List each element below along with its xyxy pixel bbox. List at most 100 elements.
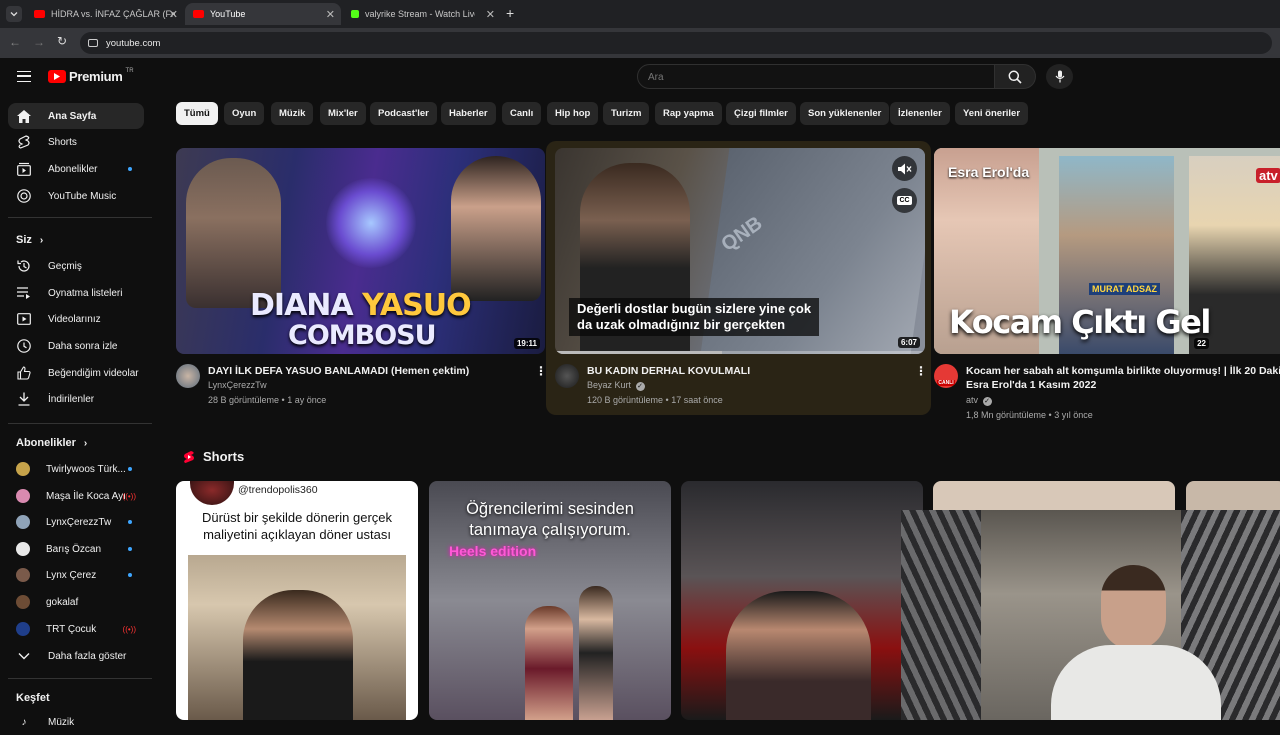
sidebar-subscriptions-header[interactable]: Abonelikler › [16, 437, 87, 449]
back-arrow-icon[interactable]: ← [9, 35, 21, 49]
subscriptions-icon [16, 161, 32, 177]
new-tab-button[interactable]: + [506, 5, 514, 21]
chip-yeni-öneriler[interactable]: Yeni öneriler [955, 102, 1029, 125]
sidebar-subscription-item[interactable]: Twirlywoos Türk... [8, 456, 144, 482]
video-thumbnail[interactable]: Esra Erol'da atv MURAT ADSAZ Kocam Çıktı… [934, 148, 1280, 354]
atv-logo: atv [1256, 168, 1280, 183]
show-more-button[interactable]: Daha fazla göster [8, 643, 144, 669]
short-caption-line: tanımaya çalışıyorum. [469, 521, 631, 539]
chip-canlı[interactable]: Canlı [502, 102, 542, 125]
mute-button[interactable] [892, 156, 917, 181]
sidebar-item-label: LynxÇerezzTw [46, 516, 112, 528]
tab-title: YouTube [210, 9, 246, 19]
short-caption: Dürüst bir şekilde dönerin gerçek maliye… [176, 509, 418, 543]
music-note-icon: ♪ [21, 716, 27, 728]
sidebar-you-header[interactable]: Siz › [16, 234, 43, 246]
short-caption-line: Öğrencilerimi sesinden [466, 500, 634, 518]
sidebar-divider [8, 423, 152, 424]
sidebar-item-watch-later[interactable]: Daha sonra izle [8, 333, 144, 359]
sidebar-subscription-item[interactable]: Barış Özcan [8, 536, 144, 562]
short-person [243, 590, 353, 720]
chip-çizgi-filmler[interactable]: Çizgi filmler [726, 102, 796, 125]
sidebar-subscription-item[interactable]: Lynx Çerez [8, 562, 144, 588]
chip-turizm[interactable]: Turizm [603, 102, 650, 125]
channel-name[interactable]: Beyaz Kurt ✓ [587, 378, 645, 393]
sidebar-subscription-item[interactable]: LynxÇerezzTw [8, 509, 144, 535]
sidebar-item-playlists[interactable]: Oynatma listeleri [8, 280, 144, 306]
video-preview-player[interactable]: QNB CC Değerli dostlar bugün sizlere yin… [555, 148, 925, 354]
chip-podcast-ler[interactable]: Podcast'ler [370, 102, 437, 125]
channel-avatar[interactable] [555, 364, 579, 388]
close-tab-icon[interactable]: ✕ [169, 8, 178, 21]
reload-icon[interactable]: ↻ [57, 34, 67, 48]
sidebar-item-home[interactable]: Ana Sayfa [8, 103, 144, 129]
closed-captions-button[interactable]: CC [892, 188, 917, 213]
voice-search-button[interactable] [1046, 64, 1073, 89]
sidebar-subscription-item[interactable]: gokalaf [8, 589, 144, 615]
live-badge: CANLI [937, 380, 955, 386]
sidebar-item-history[interactable]: Geçmiş [8, 253, 144, 279]
tab-search-button[interactable] [6, 6, 22, 22]
chevron-right-icon: › [83, 437, 88, 449]
search-button[interactable] [994, 64, 1036, 89]
tab-title: HİDRA vs. İNFAZ ÇAĞLAR (Free [51, 9, 175, 19]
address-bar[interactable]: youtube.com [80, 32, 1272, 54]
close-tab-icon[interactable]: ✕ [326, 8, 335, 21]
chip-haberler[interactable]: Haberler [441, 102, 496, 125]
youtube-premium-logo[interactable]: Premium TR [48, 68, 134, 84]
browser-toolbar: ← → ↻ youtube.com [0, 28, 1280, 58]
sidebar-item-liked-videos[interactable]: Beğendiğim videolar [8, 360, 144, 386]
webcam-overlay [901, 510, 1280, 720]
sidebar-item-music[interactable]: ♪ Müzik [8, 709, 144, 735]
video-duration: 6:07 [897, 337, 920, 348]
chip-oyun[interactable]: Oyun [224, 102, 265, 125]
tab-valyrike[interactable]: valyrike Stream - Watch Live on ✕ [343, 3, 501, 25]
preview-progress-track[interactable] [555, 351, 925, 354]
new-content-dot [128, 573, 132, 577]
caption-line: Değerli dostlar bugün sizlere yine çok [577, 301, 812, 316]
history-icon [16, 258, 32, 274]
close-tab-icon[interactable]: ✕ [486, 8, 495, 21]
url-text[interactable]: youtube.com [106, 38, 160, 49]
video-title-line: Kocam her sabah alt komşumla birlikte ol… [966, 365, 1280, 377]
search-input[interactable] [648, 70, 978, 84]
sidebar-subscription-item[interactable]: TRT Çocuk ((•)) [8, 616, 144, 642]
channel-avatar[interactable]: CANLI [934, 364, 958, 388]
search-box[interactable] [637, 64, 995, 89]
chip-son-yüklenenler[interactable]: Son yüklenenler [800, 102, 890, 125]
short-dancer [525, 606, 573, 720]
sidebar-item-subscriptions[interactable]: Abonelikler [8, 156, 144, 182]
forward-arrow-icon[interactable]: → [33, 35, 45, 49]
sidebar-item-youtube-music[interactable]: YouTube Music [8, 183, 144, 209]
video-title[interactable]: BU KADIN DERHAL KOVULMALI [587, 364, 907, 378]
section-title: Siz [16, 234, 32, 246]
chip-tümü[interactable]: Tümü [176, 102, 218, 125]
video-thumbnail[interactable]: DIANA YASUO COMBOSU 19:11 [176, 148, 545, 354]
video-title[interactable]: Kocam her sabah alt komşumla birlikte ol… [966, 364, 1280, 392]
sidebar-item-your-videos[interactable]: Videolarınız [8, 306, 144, 332]
sidebar-item-shorts[interactable]: Shorts [8, 129, 144, 155]
channel-avatar[interactable] [176, 364, 200, 388]
video-stats: 1,8 Mn görüntüleme • 3 yıl önce [966, 410, 1093, 420]
chip-müzik[interactable]: Müzik [271, 102, 314, 125]
sidebar-item-label: İndirilenler [48, 393, 95, 405]
short-card[interactable]: Öğrencilerimi sesinden tanımaya çalışıyo… [429, 481, 671, 720]
site-info-icon[interactable] [88, 39, 98, 47]
hamburger-menu-icon[interactable] [17, 71, 31, 82]
browser-tab-bar: HİDRA vs. İNFAZ ÇAĞLAR (Free ✕ YouTube ✕… [0, 0, 1280, 28]
channel-name[interactable]: atv ✓ [966, 393, 992, 408]
short-card[interactable]: @trendopolis360 Dürüst bir şekilde döner… [176, 481, 418, 720]
channel-name[interactable]: LynxÇerezzTw [208, 378, 267, 393]
chip-rap-yapma[interactable]: Rap yapma [655, 102, 722, 125]
chip-mix-ler[interactable]: Mix'ler [320, 102, 366, 125]
short-card[interactable] [681, 481, 923, 720]
sidebar-subscription-item[interactable]: Maşa İle Koca Ayı ((•)) [8, 483, 144, 509]
video-title[interactable]: DAYI İLK DEFA YASUO BANLAMADI (Hemen çek… [208, 364, 528, 378]
video-stats: 28 B görüntüleme • 1 ay önce [208, 395, 327, 405]
sidebar-item-downloads[interactable]: İndirilenler [8, 386, 144, 412]
tab-youtube[interactable]: YouTube ✕ [185, 3, 341, 25]
chip-i-zlenenler[interactable]: İzlenenler [890, 102, 950, 125]
more-actions-icon[interactable]: ⋮ [915, 364, 927, 378]
tab-hidra[interactable]: HİDRA vs. İNFAZ ÇAĞLAR (Free ✕ [26, 3, 184, 25]
chip-hip-hop[interactable]: Hip hop [547, 102, 599, 125]
